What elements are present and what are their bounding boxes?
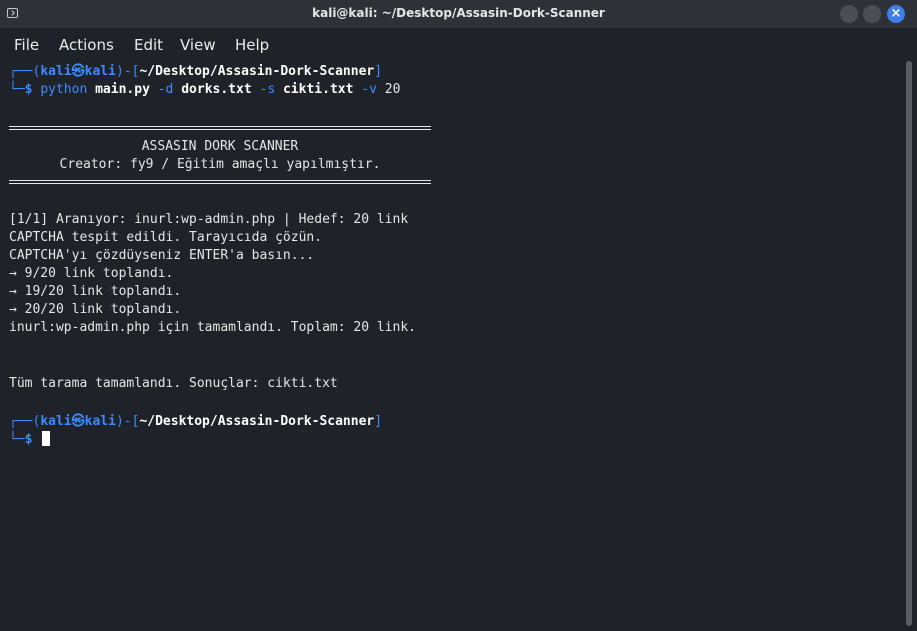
- prompt-line-1-command: └─$ python main.py -d dorks.txt -s cikti…: [9, 82, 401, 97]
- banner-separator-top: [9, 126, 431, 130]
- prompt-host: kali: [84, 64, 116, 79]
- prompt-line-2-top: ┌──(kali㉿kali)-[~/Desktop/Assasin-Dork-S…: [9, 414, 383, 429]
- terminal-window: kali@kali: ~/Desktop/Assasin-Dork-Scanne…: [0, 0, 917, 631]
- text-cursor: [42, 431, 51, 446]
- final-status: Tüm tarama tamamlandı. Sonuçlar: cikti.t…: [9, 376, 338, 391]
- title-bar[interactable]: kali@kali: ~/Desktop/Assasin-Dork-Scanne…: [0, 0, 917, 28]
- close-icon: ×: [890, 6, 902, 21]
- menu-edit[interactable]: Edit: [134, 36, 163, 54]
- output-line: → 20/20 link toplandı.: [9, 302, 182, 317]
- window-title: kali@kali: ~/Desktop/Assasin-Dork-Scanne…: [312, 6, 605, 20]
- menu-bar: File Actions Edit View Help: [0, 28, 917, 58]
- command-name: python: [40, 82, 88, 97]
- prompt-user: kali: [40, 64, 72, 79]
- banner-separator-bottom: [9, 180, 431, 184]
- terminal-output[interactable]: ┌──(kali㉿kali)-[~/Desktop/Assasin-Dork-S…: [0, 58, 902, 631]
- menu-view[interactable]: View: [180, 36, 216, 54]
- output-line: CAPTCHA tespit edildi. Tarayıcıda çözün.: [9, 230, 323, 245]
- vertical-scrollbar[interactable]: [902, 58, 917, 631]
- prompt-line-2-input[interactable]: └─$: [9, 431, 51, 449]
- banner-title: ASSASIN DORK SCANNER: [141, 139, 299, 154]
- prompt-line-1-top: ┌──(kali㉿kali)-[~/Desktop/Assasin-Dork-S…: [9, 64, 383, 79]
- menu-actions[interactable]: Actions: [59, 36, 114, 54]
- prompt-at-icon: ㉿: [71, 64, 85, 79]
- maximize-button[interactable]: [863, 5, 881, 23]
- minimize-button[interactable]: [840, 5, 858, 23]
- banner-creator: Creator: fy9 / Eğitim amaçlı yapılmıştır…: [59, 157, 381, 172]
- close-button[interactable]: ×: [887, 5, 905, 23]
- output-line: → 9/20 link toplandı.: [9, 266, 174, 281]
- output-line: inurl:wp-admin.php için tamamlandı. Topl…: [9, 320, 416, 335]
- prompt-path: ~/Desktop/Assasin-Dork-Scanner: [139, 64, 375, 79]
- output-line: → 19/20 link toplandı.: [9, 284, 182, 299]
- output-line: [1/1] Aranıyor: inurl:wp-admin.php | Hed…: [9, 212, 409, 227]
- menu-file[interactable]: File: [14, 36, 39, 54]
- output-line: CAPTCHA'yı çözdüyseniz ENTER'a basın...: [9, 248, 315, 263]
- menu-help[interactable]: Help: [235, 36, 269, 54]
- scrollbar-thumb[interactable]: [906, 61, 912, 626]
